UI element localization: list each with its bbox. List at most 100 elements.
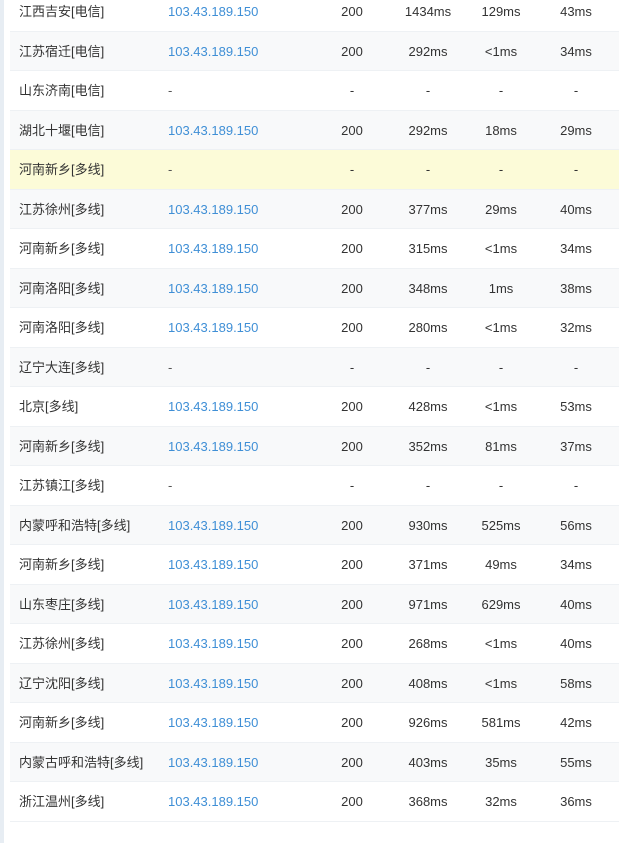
resolve-time: <1ms bbox=[484, 320, 518, 335]
ip-address-link[interactable]: 103.43.189.150 bbox=[168, 664, 258, 704]
resolve-time: <1ms bbox=[484, 399, 518, 414]
ip-address-link[interactable]: 103.43.189.150 bbox=[168, 427, 258, 467]
resolve-time: - bbox=[498, 359, 504, 375]
resolve-time: 18ms bbox=[485, 122, 517, 138]
resolve-time: <1ms bbox=[484, 636, 518, 651]
table-row: 辽宁沈阳[多线] 103.43.189.150 200 408ms <1ms 58ms bbox=[10, 663, 619, 704]
table-row: 湖北十堰[电信] 103.43.189.150 200 292ms 18ms 29ms bbox=[10, 110, 619, 151]
table-row: 江西吉安[电信] 103.43.189.150 200 1434ms 129ms 43ms bbox=[10, 0, 619, 32]
ip-address-link: - bbox=[168, 162, 173, 177]
resolve-time: <1ms bbox=[484, 43, 518, 59]
status-code: - bbox=[349, 162, 355, 177]
results-table: 江西吉安[电信] 103.43.189.150 200 1434ms 129ms 43ms… bbox=[10, 0, 619, 822]
total-time: 348ms bbox=[408, 280, 448, 296]
connect-time: 32ms bbox=[560, 320, 592, 335]
total-time: 280ms bbox=[408, 320, 448, 335]
node-name: 内蒙古呼和浩特[多线] bbox=[19, 754, 144, 770]
status-code: 200 bbox=[341, 399, 363, 414]
ip-address-link[interactable]: 103.43.189.150 bbox=[168, 190, 258, 230]
total-time: - bbox=[425, 83, 431, 98]
node-name: 河南新乡[多线] bbox=[19, 557, 105, 572]
total-time: 408ms bbox=[408, 675, 448, 691]
resolve-time: <1ms bbox=[484, 675, 518, 691]
total-time: 368ms bbox=[408, 794, 448, 809]
table-row: 江苏徐州[多线] 103.43.189.150 200 268ms <1ms 40ms bbox=[10, 624, 619, 664]
connect-time: - bbox=[573, 359, 579, 375]
ip-address-link[interactable]: 103.43.189.150 bbox=[168, 387, 258, 427]
connect-time: - bbox=[573, 83, 579, 98]
status-code: 200 bbox=[341, 438, 363, 454]
status-code: 200 bbox=[341, 754, 363, 770]
connect-time: - bbox=[573, 478, 579, 493]
ip-address-link: - bbox=[168, 359, 173, 375]
status-code: 200 bbox=[341, 675, 363, 691]
ip-address-link[interactable]: 103.43.189.150 bbox=[168, 782, 258, 822]
node-name: 山东枣庄[多线] bbox=[19, 596, 105, 612]
status-code: 200 bbox=[341, 241, 363, 256]
table-row: 河南洛阳[多线] 103.43.189.150 200 280ms <1ms 32ms bbox=[10, 308, 619, 348]
connect-time: 55ms bbox=[560, 754, 592, 770]
status-code: 200 bbox=[341, 4, 363, 19]
node-name: 河南新乡[多线] bbox=[19, 438, 105, 454]
node-name: 江苏宿迁[电信] bbox=[19, 43, 105, 59]
connect-time: - bbox=[573, 162, 579, 177]
resolve-time: - bbox=[498, 83, 504, 98]
node-name: 辽宁大连[多线] bbox=[19, 359, 105, 375]
resolve-time: 81ms bbox=[485, 438, 517, 454]
total-time: 1434ms bbox=[404, 4, 452, 19]
resolve-time: 49ms bbox=[485, 557, 517, 572]
table-row: 山东枣庄[多线] 103.43.189.150 200 971ms 629ms 40ms bbox=[10, 584, 619, 625]
resolve-time: 525ms bbox=[481, 517, 521, 533]
total-time: 377ms bbox=[408, 201, 448, 217]
total-time: - bbox=[425, 478, 431, 493]
node-name: 河南新乡[多线] bbox=[19, 241, 105, 256]
ip-address-link[interactable]: 103.43.189.150 bbox=[168, 545, 258, 585]
node-name: 河南新乡[多线] bbox=[19, 162, 105, 177]
node-name: 河南洛阳[多线] bbox=[19, 320, 105, 335]
node-name: 浙江温州[多线] bbox=[19, 794, 105, 809]
table-row: 河南新乡[多线] 103.43.189.150 200 926ms 581ms 42ms bbox=[10, 703, 619, 743]
ip-address-link[interactable]: 103.43.189.150 bbox=[168, 32, 258, 72]
status-code: 200 bbox=[341, 517, 363, 533]
status-code: 200 bbox=[341, 122, 363, 138]
ip-address-link: - bbox=[168, 478, 173, 493]
ip-address-link[interactable]: 103.43.189.150 bbox=[168, 703, 258, 743]
ip-address-link[interactable]: 103.43.189.150 bbox=[168, 624, 258, 664]
connect-time: 38ms bbox=[560, 280, 592, 296]
ip-address-link[interactable]: 103.43.189.150 bbox=[168, 269, 258, 309]
ip-address-link[interactable]: 103.43.189.150 bbox=[168, 0, 258, 32]
ip-address-link[interactable]: 103.43.189.150 bbox=[168, 506, 258, 546]
results-page: 江西吉安[电信] 103.43.189.150 200 1434ms 129ms 43ms… bbox=[0, 0, 619, 843]
left-border bbox=[0, 0, 4, 843]
table-row: 内蒙古呼和浩特[多线] 103.43.189.150 200 403ms 35ms 55m… bbox=[10, 742, 619, 783]
table-row: 辽宁大连[多线] - - - - - bbox=[10, 347, 619, 387]
ip-address-link[interactable]: 103.43.189.150 bbox=[168, 743, 258, 783]
resolve-time: 629ms bbox=[481, 596, 521, 612]
table-row: 北京[多线] 103.43.189.150 200 428ms <1ms 53ms bbox=[10, 387, 619, 427]
ip-address-link[interactable]: 103.43.189.150 bbox=[168, 585, 258, 625]
table-row: 江苏镇江[多线] - - - - - bbox=[10, 466, 619, 506]
node-name: 山东济南[电信] bbox=[19, 83, 105, 98]
connect-time: 42ms bbox=[560, 715, 592, 730]
ip-address-link[interactable]: 103.43.189.150 bbox=[168, 229, 258, 269]
resolve-time: 581ms bbox=[481, 715, 521, 730]
total-time: 971ms bbox=[408, 596, 448, 612]
status-code: 200 bbox=[341, 320, 363, 335]
table-row: 河南新乡[多线] 103.43.189.150 200 352ms 81ms 37ms bbox=[10, 426, 619, 467]
node-name: 江西吉安[电信] bbox=[19, 4, 105, 19]
resolve-time: <1ms bbox=[484, 241, 518, 256]
connect-time: 40ms bbox=[560, 596, 592, 612]
total-time: - bbox=[425, 162, 431, 177]
table-row: 内蒙呼和浩特[多线] 103.43.189.150 200 930ms 525ms 56m… bbox=[10, 505, 619, 546]
resolve-time: 1ms bbox=[488, 280, 514, 296]
status-code: 200 bbox=[341, 596, 363, 612]
connect-time: 36ms bbox=[560, 794, 592, 809]
status-code: 200 bbox=[341, 43, 363, 59]
ip-address-link[interactable]: 103.43.189.150 bbox=[168, 111, 258, 151]
ip-address-link[interactable]: 103.43.189.150 bbox=[168, 308, 258, 348]
connect-time: 58ms bbox=[560, 675, 592, 691]
node-name: 江苏徐州[多线] bbox=[19, 201, 105, 217]
table-row: 河南新乡[多线] 103.43.189.150 200 315ms <1ms 34ms bbox=[10, 229, 619, 269]
status-code: - bbox=[349, 83, 355, 98]
resolve-time: 29ms bbox=[485, 201, 517, 217]
